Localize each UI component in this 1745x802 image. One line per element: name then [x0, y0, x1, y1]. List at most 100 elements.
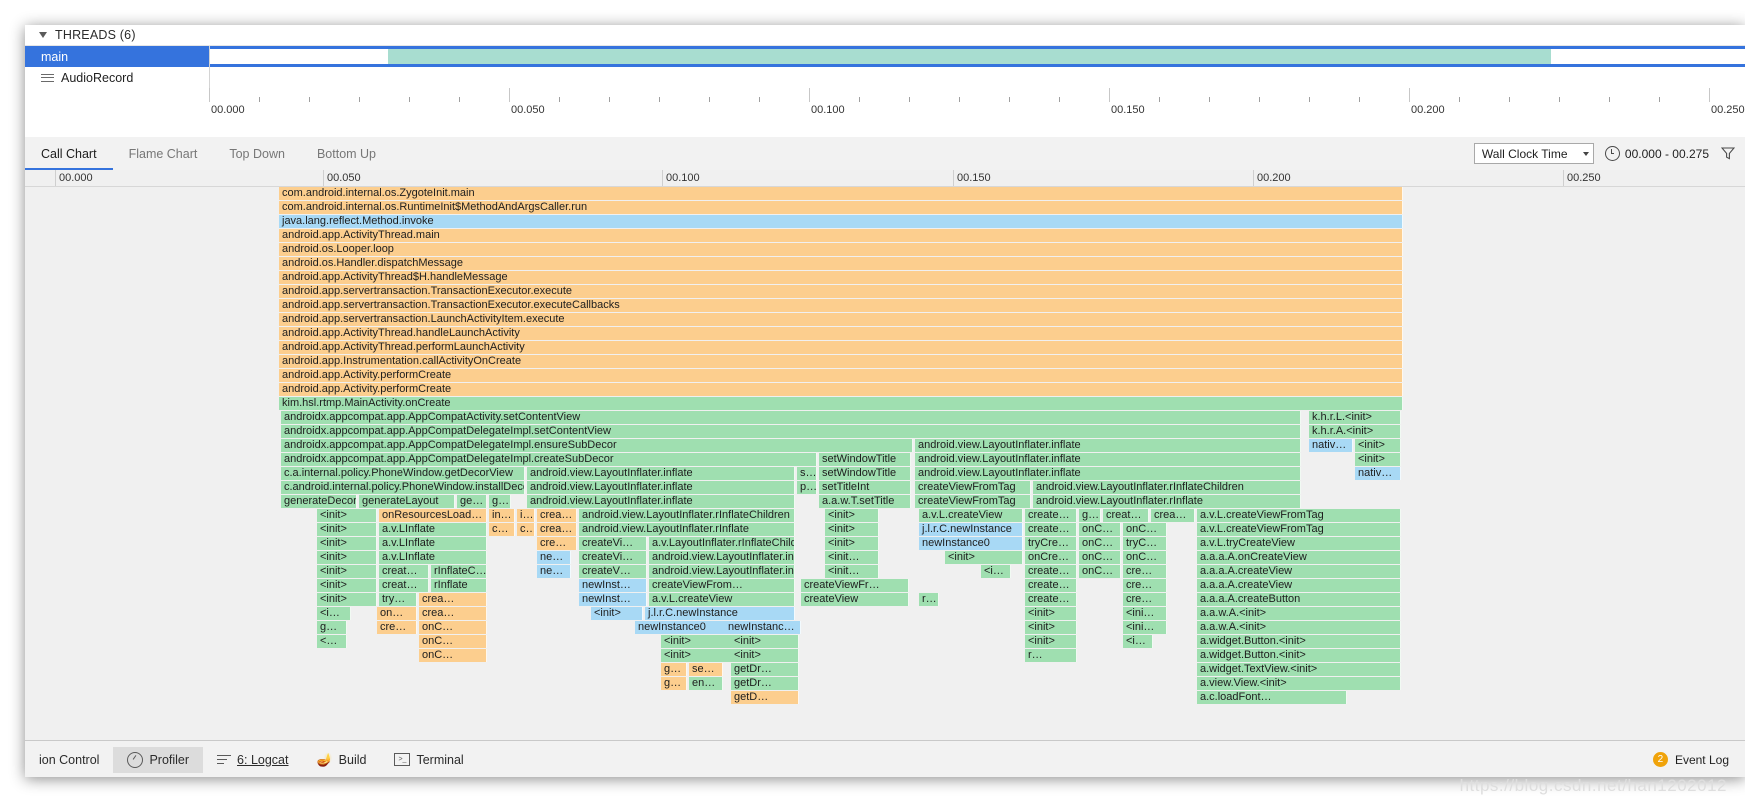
call-chart-frame[interactable]: createViewFromTag	[915, 481, 1031, 494]
call-chart-frame[interactable]: a.widget.Button.<init>	[1197, 635, 1401, 648]
call-chart-frame[interactable]: android.view.LayoutInflater.inflate	[649, 565, 795, 578]
call-chart-frame[interactable]: newInstance0	[919, 537, 1023, 550]
event-log-label[interactable]: Event Log	[1675, 753, 1729, 767]
call-chart-frame[interactable]: createViewFromTag	[915, 495, 1031, 508]
call-chart-frame[interactable]: android.app.servertransaction.Transactio…	[279, 285, 1403, 298]
call-chart-frame[interactable]: android.view.LayoutInflater.inflate	[527, 495, 795, 508]
call-chart-frame[interactable]: setWindowTitle	[819, 453, 911, 466]
call-chart-frame[interactable]: android.app.ActivityThread$H.handleMessa…	[279, 271, 1403, 284]
call-chart-frame[interactable]: j.l.r.C.newInstance	[919, 523, 1023, 536]
call-chart-frame[interactable]: tryC…	[1123, 537, 1167, 550]
call-chart-frame[interactable]: <init>	[731, 635, 799, 648]
call-chart-frame[interactable]: setWindowTitle	[819, 467, 911, 480]
call-chart-frame[interactable]: a.v.L.tryCreateView	[1197, 537, 1401, 550]
call-chart-frame[interactable]: s…	[797, 467, 817, 480]
call-chart-frame[interactable]: <…	[317, 635, 347, 648]
statusbar-terminal[interactable]: >_ Terminal	[380, 747, 477, 773]
call-chart-frame[interactable]: create…	[1025, 565, 1077, 578]
call-chart-frame[interactable]: <init>	[945, 551, 1023, 564]
call-chart-frame[interactable]: <ini…	[1123, 621, 1167, 634]
call-chart-frame[interactable]: crea…	[537, 509, 577, 522]
call-chart-frame[interactable]: <init>	[731, 649, 799, 662]
call-chart-frame[interactable]: android.view.LayoutInflater.rInflateChil…	[1033, 481, 1301, 494]
call-chart-frame[interactable]: android.view.LayoutInflater.rInflateChil…	[579, 509, 795, 522]
call-chart-frame[interactable]: r…	[919, 593, 939, 606]
call-chart-frame[interactable]: tryCre…	[1025, 537, 1077, 550]
call-chart-frame[interactable]: cre…	[537, 537, 577, 550]
call-chart-frame[interactable]: cre…	[1123, 565, 1167, 578]
call-chart-frame[interactable]: create…	[1025, 509, 1077, 522]
call-chart-frame[interactable]: crea…	[419, 607, 487, 620]
call-chart-frame[interactable]: com.android.internal.os.ZygoteInit.main	[279, 187, 1403, 200]
call-chart-frame[interactable]: android.view.LayoutInflater.inflate	[649, 551, 795, 564]
call-chart-frame[interactable]: <init>	[825, 523, 879, 536]
call-chart-frame[interactable]: <init>	[317, 509, 377, 522]
call-chart-frame[interactable]: in…	[489, 509, 515, 522]
call-chart-frame[interactable]: <init…	[825, 551, 879, 564]
call-chart-frame[interactable]: cre…	[377, 621, 417, 634]
call-chart-frame[interactable]: android.app.Instrumentation.callActivity…	[279, 355, 1403, 368]
call-chart-frame[interactable]: create…	[1025, 523, 1077, 536]
call-chart-frame[interactable]: c…	[489, 523, 515, 536]
call-chart-frame[interactable]: a.v.L.createView	[649, 593, 795, 606]
call-chart-frame[interactable]: onC…	[1123, 551, 1167, 564]
call-chart-frame[interactable]: cre…	[1123, 593, 1167, 606]
call-chart-frame[interactable]: a.view.View.<init>	[1197, 677, 1401, 690]
call-chart-frame[interactable]: android.view.LayoutInflater.inflate	[915, 439, 1301, 452]
call-chart-frame[interactable]: <init>	[1025, 635, 1077, 648]
call-chart-frame[interactable]: android.app.ActivityThread.performLaunch…	[279, 341, 1403, 354]
call-chart-frame[interactable]: kim.hsl.rtmp.MainActivity.onCreate	[279, 397, 1403, 410]
call-chart-frame[interactable]: createViewFr…	[801, 579, 909, 592]
call-chart-frame[interactable]: androidx.appcompat.app.AppCompatDelegate…	[281, 439, 913, 452]
call-chart-frame[interactable]: k.h.r.L.<init>	[1309, 411, 1401, 424]
call-chart-frame[interactable]: onC…	[1123, 523, 1167, 536]
call-chart-frame[interactable]: getD…	[731, 691, 799, 704]
call-chart-frame[interactable]: <i…	[1123, 635, 1153, 648]
call-chart-frame[interactable]: c.a.internal.policy.PhoneWindow.getDecor…	[281, 467, 525, 480]
call-chart-frame[interactable]: en…	[689, 677, 723, 690]
call-chart-frame[interactable]: <i…	[317, 607, 351, 620]
call-chart-frame[interactable]: androidx.appcompat.app.AppCompatDelegate…	[281, 453, 817, 466]
tab-call-chart[interactable]: Call Chart	[25, 138, 113, 170]
call-chart-frame[interactable]: android.app.servertransaction.LaunchActi…	[279, 313, 1403, 326]
call-chart-frame[interactable]: onC…	[1079, 551, 1121, 564]
call-chart-frame[interactable]: creat…	[1103, 509, 1149, 522]
call-chart-frame[interactable]: se…	[689, 663, 723, 676]
tab-bottom-up[interactable]: Bottom Up	[301, 138, 392, 170]
call-chart-frame[interactable]: a.v.LInflate	[379, 537, 487, 550]
call-chart-frame[interactable]: onC…	[1079, 537, 1121, 550]
call-chart-frame[interactable]: a.a.a.A.createView	[1197, 579, 1401, 592]
call-chart-frame[interactable]: getDr…	[731, 663, 799, 676]
call-chart-frame[interactable]: android.app.ActivityThread.handleLaunchA…	[279, 327, 1403, 340]
thread-row-main[interactable]: main	[25, 46, 1745, 67]
call-chart-frame[interactable]: creat…	[379, 565, 429, 578]
timeline-ruler[interactable]: 00.000 00.050 00.100 00.150 00.200 00.25…	[209, 46, 1745, 136]
thread-track-audiorecord[interactable]	[209, 67, 1745, 88]
call-chart-frame[interactable]: onResourcesLoad…	[379, 509, 487, 522]
call-chart-frame[interactable]: android.app.servertransaction.Transactio…	[279, 299, 1403, 312]
call-chart-frame[interactable]: java.lang.reflect.Method.invoke	[279, 215, 1403, 228]
call-chart-frame[interactable]: try…	[379, 593, 417, 606]
call-chart-frame[interactable]: ne…	[537, 551, 571, 564]
call-chart-frame[interactable]: create…	[1025, 579, 1077, 592]
statusbar-version-control[interactable]: ion Control	[25, 747, 113, 773]
call-chart-frame[interactable]: generateDecor	[281, 495, 357, 508]
call-chart-frame[interactable]: a.a.a.A.onCreateView	[1197, 551, 1401, 564]
call-chart-frame[interactable]: a.a.a.A.createView	[1197, 565, 1401, 578]
call-chart-frame[interactable]: createVi…	[579, 551, 647, 564]
call-chart-frame[interactable]: <init>	[1355, 439, 1401, 452]
call-chart-frame[interactable]: <init>	[317, 551, 377, 564]
call-chart-frame[interactable]: nativ…	[1355, 467, 1401, 480]
call-chart-frame[interactable]: create…	[1025, 593, 1077, 606]
thread-row-audiorecord[interactable]: AudioRecord	[25, 67, 1745, 88]
call-chart-frame[interactable]: nativ…	[1309, 439, 1353, 452]
call-chart-panel[interactable]: 00.000 00.050 00.100 00.150 00.200 00.25…	[25, 170, 1745, 740]
call-chart-frame[interactable]: <init>	[825, 509, 879, 522]
call-chart-frame[interactable]: crea…	[1151, 509, 1195, 522]
call-chart-frame[interactable]: setTitleInt	[819, 481, 911, 494]
call-chart-frame[interactable]: android.view.LayoutInflater.inflate	[527, 481, 795, 494]
call-chart-frame[interactable]: <i…	[981, 565, 1011, 578]
thread-track-main[interactable]	[209, 46, 1745, 67]
call-chart-frame[interactable]: a.v.L.createView	[919, 509, 1023, 522]
call-chart-frame[interactable]: c…	[517, 523, 535, 536]
